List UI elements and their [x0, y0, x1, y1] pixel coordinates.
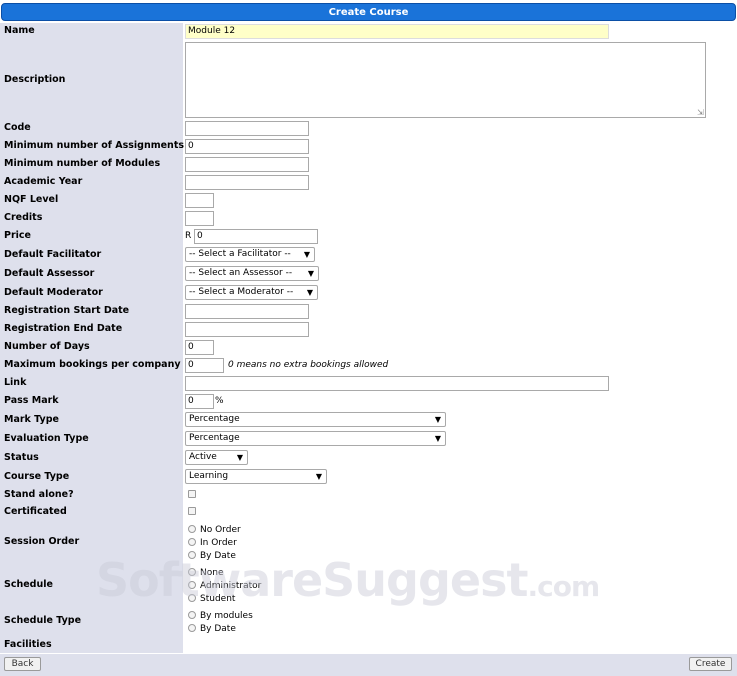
- session-order-option-label: No Order: [200, 525, 241, 535]
- price-input[interactable]: 0: [194, 229, 318, 244]
- label-facilitator: Default Facilitator: [4, 249, 102, 260]
- schedule-type-option-label: By modules: [200, 611, 253, 621]
- label-schedule-type: Schedule Type: [4, 615, 82, 626]
- chevron-down-icon: ▼: [306, 288, 313, 297]
- max-bookings-hint: 0 means no extra bookings allowed: [228, 360, 389, 370]
- label-link: Link: [4, 377, 27, 388]
- schedule-type-option-label: By Date: [200, 624, 236, 634]
- pass-mark-suffix: %: [215, 396, 224, 406]
- assessor-select[interactable]: -- Select an Assessor -- ▼: [185, 266, 319, 281]
- session-order-radio-in-order[interactable]: [188, 538, 196, 546]
- form-header: Create Course: [1, 3, 736, 21]
- name-input[interactable]: Module 12: [185, 24, 609, 39]
- nqf-level-input[interactable]: [185, 193, 214, 208]
- status-select[interactable]: Active ▼: [185, 450, 248, 465]
- label-assessor: Default Assessor: [4, 268, 95, 279]
- label-moderator: Default Moderator: [4, 287, 103, 298]
- evaluation-type-select-value: Percentage: [189, 433, 240, 443]
- label-facilities: Facilities: [4, 639, 52, 650]
- label-num-days: Number of Days: [4, 341, 90, 352]
- label-academic-year: Academic Year: [4, 176, 83, 187]
- resize-handle-icon[interactable]: ⇲: [697, 109, 704, 117]
- label-reg-start: Registration Start Date: [4, 305, 130, 316]
- evaluation-type-select[interactable]: Percentage ▼: [185, 431, 446, 446]
- moderator-select-value: -- Select a Moderator --: [189, 287, 294, 297]
- label-credits: Credits: [4, 212, 43, 223]
- course-type-select[interactable]: Learning ▼: [185, 469, 327, 484]
- assessor-select-value: -- Select an Assessor --: [189, 268, 293, 278]
- status-select-value: Active: [189, 452, 217, 462]
- certificated-checkbox[interactable]: [188, 507, 196, 515]
- reg-start-input[interactable]: [185, 304, 309, 319]
- chevron-down-icon: ▼: [236, 453, 243, 462]
- watermark-logo: SoftwareSuggest.com: [96, 553, 600, 607]
- reg-end-input[interactable]: [185, 322, 309, 337]
- credits-input[interactable]: [185, 211, 214, 226]
- mark-type-select[interactable]: Percentage ▼: [185, 412, 446, 427]
- pass-mark-input[interactable]: 0: [185, 394, 214, 409]
- label-certificated: Certificated: [4, 506, 67, 517]
- max-bookings-input[interactable]: 0: [185, 358, 224, 373]
- watermark-suffix: .com: [527, 570, 600, 603]
- label-course-type: Course Type: [4, 471, 70, 482]
- session-order-option-label: In Order: [200, 538, 237, 548]
- label-schedule: Schedule: [4, 579, 53, 590]
- back-button[interactable]: Back: [4, 657, 41, 671]
- course-type-select-value: Learning: [189, 471, 229, 481]
- academic-year-input[interactable]: [185, 175, 309, 190]
- label-max-bookings: Maximum bookings per company: [4, 359, 181, 370]
- label-session-order: Session Order: [4, 536, 80, 547]
- label-evaluation-type: Evaluation Type: [4, 433, 89, 444]
- chevron-down-icon: ▼: [307, 269, 314, 278]
- moderator-select[interactable]: -- Select a Moderator -- ▼: [185, 285, 318, 300]
- facilitator-select[interactable]: -- Select a Facilitator -- ▼: [185, 247, 315, 262]
- facilitator-select-value: -- Select a Facilitator --: [189, 249, 291, 259]
- form-footer: [0, 654, 737, 676]
- code-input[interactable]: [185, 121, 309, 136]
- chevron-down-icon: ▼: [315, 472, 322, 481]
- min-modules-input[interactable]: [185, 157, 309, 172]
- label-price: Price: [4, 230, 31, 241]
- chevron-down-icon: ▼: [303, 250, 310, 259]
- chevron-down-icon: ▼: [434, 434, 441, 443]
- price-currency-prefix: R: [185, 231, 192, 241]
- label-description: Description: [4, 74, 66, 85]
- schedule-type-radio-by-date[interactable]: [188, 624, 196, 632]
- description-textarea[interactable]: [185, 42, 706, 118]
- schedule-type-radio-by-modules[interactable]: [188, 611, 196, 619]
- label-name: Name: [4, 25, 35, 36]
- create-button[interactable]: Create: [689, 657, 732, 671]
- label-nqf-level: NQF Level: [4, 194, 59, 205]
- label-pass-mark: Pass Mark: [4, 395, 59, 406]
- session-order-radio-no-order[interactable]: [188, 525, 196, 533]
- label-min-assignments: Minimum number of Assignments: [4, 140, 185, 151]
- min-assignments-input[interactable]: 0: [185, 139, 309, 154]
- label-status: Status: [4, 452, 39, 463]
- label-code: Code: [4, 122, 31, 133]
- mark-type-select-value: Percentage: [189, 414, 240, 424]
- chevron-down-icon: ▼: [434, 415, 441, 424]
- label-stand-alone: Stand alone?: [4, 489, 74, 500]
- label-reg-end: Registration End Date: [4, 323, 123, 334]
- label-mark-type: Mark Type: [4, 414, 59, 425]
- watermark-main: SoftwareSuggest: [96, 553, 528, 607]
- link-input[interactable]: [185, 376, 609, 391]
- label-min-modules: Minimum number of Modules: [4, 158, 161, 169]
- num-days-input[interactable]: 0: [185, 340, 214, 355]
- stand-alone-checkbox[interactable]: [188, 490, 196, 498]
